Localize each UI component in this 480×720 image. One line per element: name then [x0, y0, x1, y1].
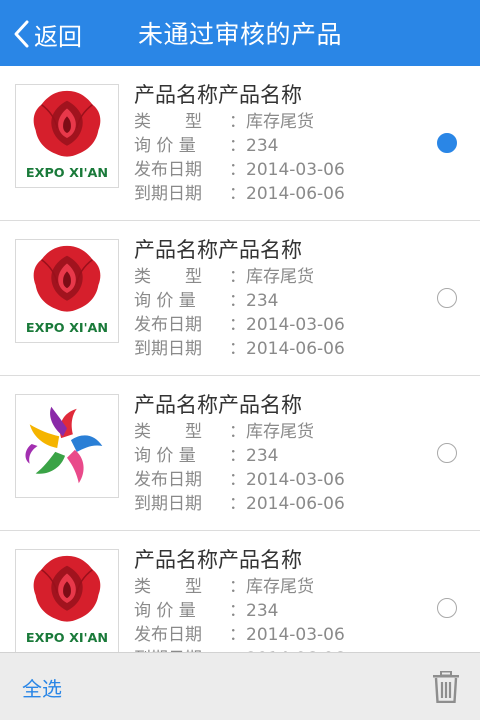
- list-item[interactable]: EXPO XI'AN 产品名称产品名称 类 型：库存尾货 询 价 量：234 发…: [0, 66, 480, 221]
- select-all-button[interactable]: 全选: [22, 653, 62, 720]
- publish-date-label: 发布日期: [134, 470, 202, 490]
- product-info: 产品名称产品名称 类 型：库存尾货 询 价 量：234 发布日期 ：2014-03…: [134, 390, 345, 516]
- publish-date-value: 2014-03-06: [246, 625, 345, 645]
- page-title: 未通过审核的产品: [137, 20, 342, 49]
- price-row: 询 价 量 ：234: [134, 444, 345, 468]
- type-row: 类 型 ：库存尾货: [134, 575, 345, 599]
- price-label: 询 价 量: [134, 136, 196, 156]
- type-row: 类 型 ：库存尾货: [134, 420, 345, 444]
- list-item[interactable]: EXPO XI'AN 产品名称产品名称 类 型：库存尾货 询 价 量：234 发…: [0, 531, 480, 652]
- type-row: 类 型 ：库存尾货: [134, 265, 345, 289]
- separator: ：: [229, 112, 246, 132]
- price-row: 询 价 量 ：234: [134, 599, 345, 623]
- trash-icon[interactable]: [432, 671, 460, 703]
- publish-date-row: 发布日期 ：2014-03-06: [134, 158, 345, 182]
- expire-date-value: 2014-06-06: [246, 339, 345, 359]
- product-info: 产品名称产品名称 类 型：库存尾货 询 价 量：234 发布日期 ：2014-03…: [134, 235, 345, 361]
- type-row: 类 型 ：库存尾货: [134, 110, 345, 134]
- header-bar: 返回 未通过审核的产品: [0, 0, 480, 66]
- product-name: 产品名称产品名称: [134, 548, 302, 572]
- expire-date-row: 到期日期 ：2014-06-06: [134, 182, 345, 206]
- product-thumbnail: EXPO XI'AN: [15, 549, 119, 652]
- publish-date-row: 发布日期 ：2014-03-06: [134, 313, 345, 337]
- product-info: 产品名称产品名称 类 型：库存尾货 询 价 量：234 发布日期 ：2014-03…: [134, 545, 345, 652]
- product-thumbnail: [15, 394, 119, 498]
- separator: ：: [229, 601, 246, 621]
- publish-date-value: 2014-03-06: [246, 160, 345, 180]
- expire-date-label: 到期日期: [134, 184, 202, 204]
- separator: ：: [229, 267, 246, 287]
- publish-date-label: 发布日期: [134, 625, 202, 645]
- type-label: 类 型: [134, 112, 202, 132]
- type-label: 类 型: [134, 267, 202, 287]
- price-value: 234: [246, 446, 279, 466]
- product-name: 产品名称产品名称: [134, 83, 302, 107]
- type-label: 类 型: [134, 422, 202, 442]
- product-thumbnail: EXPO XI'AN: [15, 239, 119, 343]
- separator: ：: [229, 315, 246, 335]
- type-value: 库存尾货: [246, 112, 314, 132]
- publish-date-label: 发布日期: [134, 160, 202, 180]
- product-list: EXPO XI'AN 产品名称产品名称 类 型：库存尾货 询 价 量：234 发…: [0, 66, 480, 652]
- select-radio[interactable]: [437, 133, 457, 153]
- page: 返回 未通过审核的产品 EXPO XI'AN 产品名称产品名称 类 型：库存尾货…: [0, 0, 480, 720]
- publish-date-value: 2014-03-06: [246, 470, 345, 490]
- price-value: 234: [246, 601, 279, 621]
- select-radio[interactable]: [437, 443, 457, 463]
- svg-text:EXPO XI'AN: EXPO XI'AN: [26, 321, 108, 336]
- separator: ：: [229, 625, 246, 645]
- publish-date-row: 发布日期 ：2014-03-06: [134, 623, 345, 647]
- price-value: 234: [246, 291, 279, 311]
- publish-date-label: 发布日期: [134, 315, 202, 335]
- colorful-flower-logo: [25, 406, 103, 484]
- expire-date-row: 到期日期 ：2014-06-06: [134, 337, 345, 361]
- expire-date-label: 到期日期: [134, 339, 202, 359]
- publish-date-value: 2014-03-06: [246, 315, 345, 335]
- price-row: 询 价 量 ：234: [134, 289, 345, 313]
- expire-date-label: 到期日期: [134, 494, 202, 514]
- type-value: 库存尾货: [246, 577, 314, 597]
- product-thumbnail: EXPO XI'AN: [15, 84, 119, 188]
- expire-date-row: 到期日期 ：2014-06-06: [134, 492, 345, 516]
- separator: ：: [229, 494, 246, 514]
- product-info: 产品名称产品名称 类 型：库存尾货 询 价 量：234 发布日期 ：2014-03…: [134, 80, 345, 206]
- bottom-toolbar: 全选: [0, 652, 480, 720]
- expo-xian-red-logo: EXPO XI'AN: [26, 555, 108, 646]
- separator: ：: [229, 422, 246, 442]
- price-value: 234: [246, 136, 279, 156]
- list-item[interactable]: EXPO XI'AN 产品名称产品名称 类 型：库存尾货 询 价 量：234 发…: [0, 221, 480, 376]
- expire-date-value: 2014-06-06: [246, 494, 345, 514]
- separator: ：: [229, 291, 246, 311]
- type-value: 库存尾货: [246, 267, 314, 287]
- separator: ：: [229, 470, 246, 490]
- price-row: 询 价 量 ：234: [134, 134, 345, 158]
- price-label: 询 价 量: [134, 446, 196, 466]
- separator: ：: [229, 577, 246, 597]
- type-label: 类 型: [134, 577, 202, 597]
- separator: ：: [229, 446, 246, 466]
- select-radio[interactable]: [437, 598, 457, 618]
- separator: ：: [229, 184, 246, 204]
- publish-date-row: 发布日期 ：2014-03-06: [134, 468, 345, 492]
- svg-text:EXPO XI'AN: EXPO XI'AN: [26, 631, 108, 646]
- list-item[interactable]: 产品名称产品名称 类 型：库存尾货 询 价 量：234 发布日期 ：2014-03…: [0, 376, 480, 531]
- type-value: 库存尾货: [246, 422, 314, 442]
- price-label: 询 价 量: [134, 291, 196, 311]
- separator: ：: [229, 160, 246, 180]
- svg-text:EXPO XI'AN: EXPO XI'AN: [26, 166, 108, 181]
- product-name: 产品名称产品名称: [134, 238, 302, 262]
- expire-date-value: 2014-06-06: [246, 184, 345, 204]
- price-label: 询 价 量: [134, 601, 196, 621]
- separator: ：: [229, 339, 246, 359]
- product-name: 产品名称产品名称: [134, 393, 302, 417]
- expo-xian-red-logo: EXPO XI'AN: [26, 90, 108, 181]
- expo-xian-red-logo: EXPO XI'AN: [26, 245, 108, 336]
- select-radio[interactable]: [437, 288, 457, 308]
- separator: ：: [229, 136, 246, 156]
